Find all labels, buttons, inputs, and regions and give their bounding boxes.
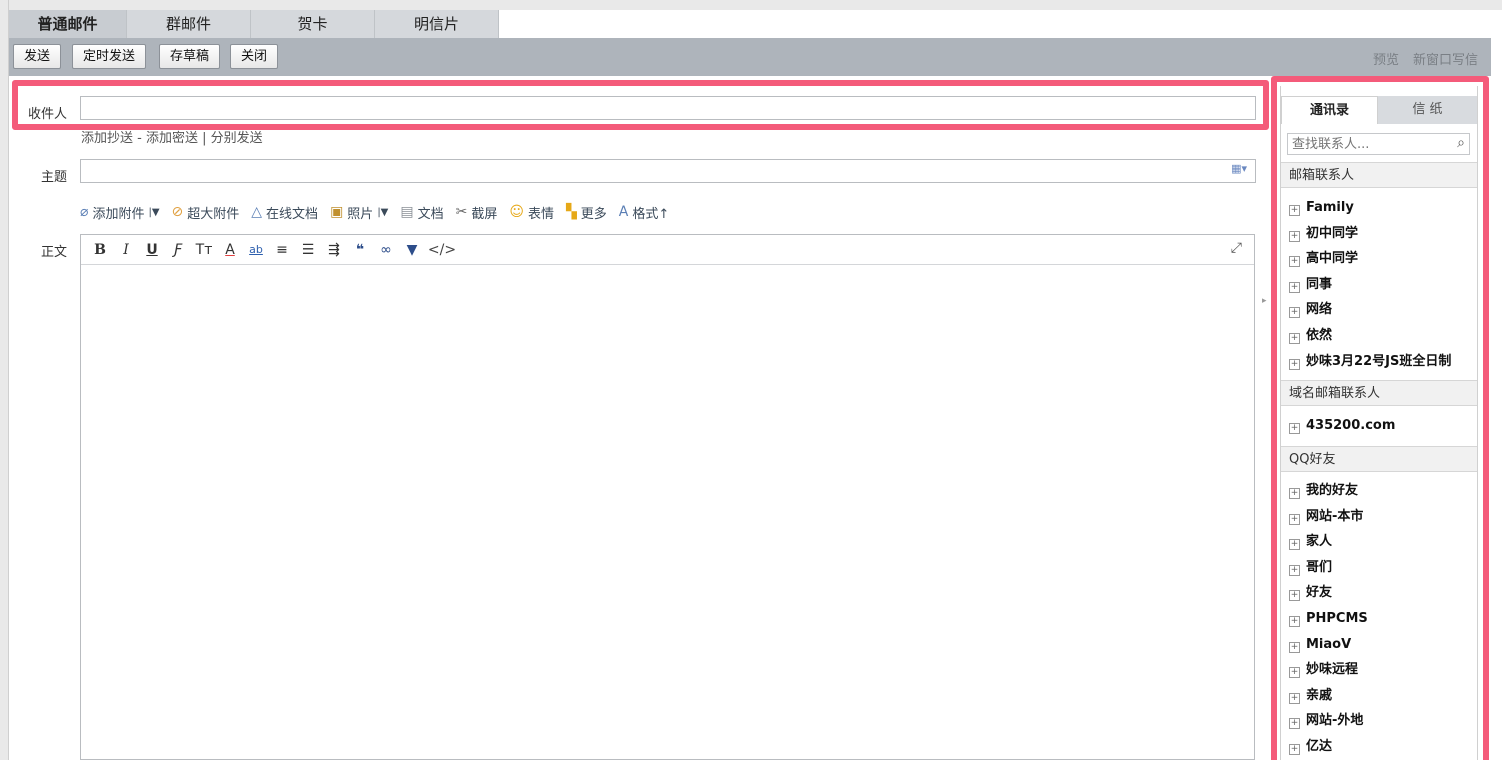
preview-link[interactable]: 预览 xyxy=(1373,49,1399,68)
to-highlight-outline xyxy=(12,80,1269,130)
italic-icon[interactable]: I xyxy=(113,242,139,258)
photo-button[interactable]: ▣ 照片 |▼ xyxy=(330,203,388,222)
paperclip-icon: ⌀ xyxy=(80,204,89,220)
compose-toolbar: 发送 定时发送 存草稿 关闭 预览 新窗口写信 xyxy=(9,38,1491,76)
sidebar-highlight-outline xyxy=(1271,76,1489,760)
new-window-link[interactable]: 新窗口写信 xyxy=(1413,49,1478,68)
stationery-picker-icon[interactable]: ▦▾ xyxy=(1231,162,1247,175)
scheduled-send-button[interactable]: 定时发送 xyxy=(72,44,147,69)
link-icon[interactable]: ∞ xyxy=(373,242,399,258)
separate-send-link[interactable]: 分别发送 xyxy=(211,131,263,146)
font-color-icon[interactable]: A xyxy=(217,242,243,258)
large-attachment-button[interactable]: ⊘ 超大附件 xyxy=(172,203,240,222)
tab-normal-mail[interactable]: 普通邮件 xyxy=(9,10,127,38)
tab-greeting-card[interactable]: 贺卡 xyxy=(251,10,375,38)
separator: - xyxy=(133,131,146,146)
background-page-left xyxy=(0,0,9,760)
tab-postcard[interactable]: 明信片 xyxy=(375,10,499,38)
underline-icon[interactable]: U xyxy=(139,242,165,258)
background-page-top xyxy=(0,0,1502,10)
background-color-icon[interactable]: ab xyxy=(243,243,269,256)
subject-label: 主题 xyxy=(41,170,68,185)
font-family-icon[interactable]: Ƒ xyxy=(165,242,191,258)
format-button[interactable]: A 格式↑ xyxy=(619,203,669,222)
highlight-icon[interactable]: ▼ xyxy=(399,242,425,258)
quote-icon[interactable]: ❝ xyxy=(347,242,373,258)
photo-icon: ▣ xyxy=(330,204,344,220)
add-cc-link[interactable]: 添加抄送 xyxy=(81,131,133,146)
expand-icon[interactable]: ⤢ xyxy=(1231,240,1242,256)
compose-tabs: 普通邮件 群邮件 贺卡 明信片 xyxy=(9,10,1491,38)
separator: | xyxy=(198,131,211,146)
list-icon[interactable]: ☰ xyxy=(295,242,321,258)
more-button[interactable]: ▚ 更多 xyxy=(566,203,607,222)
tab-group-mail[interactable]: 群邮件 xyxy=(127,10,251,38)
format-icon: A xyxy=(618,204,629,220)
editor-toolbar: B I U Ƒ Tт A ab ≡ ☰ ⇶ ❝ ∞ ▼ </> ⤢ xyxy=(81,235,1254,265)
screenshot-icon: ✂ xyxy=(455,204,468,220)
body-editor: B I U Ƒ Tт A ab ≡ ☰ ⇶ ❝ ∞ ▼ </> ⤢ xyxy=(80,234,1255,760)
chevron-down-icon[interactable]: |▼ xyxy=(377,207,388,218)
font-size-icon[interactable]: Tт xyxy=(191,242,217,258)
online-doc-button[interactable]: △ 在线文档 xyxy=(251,203,318,222)
more-icon: ▚ xyxy=(566,204,577,220)
add-attachment-button[interactable]: ⌀ 添加附件 |▼ xyxy=(80,203,160,222)
bold-icon[interactable]: B xyxy=(87,242,113,258)
emoji-button[interactable]: ☺ 表情 xyxy=(509,203,554,222)
large-attachment-icon: ⊘ xyxy=(171,204,184,220)
body-text-area[interactable] xyxy=(81,265,1254,759)
align-icon[interactable]: ≡ xyxy=(269,242,295,258)
add-bcc-link[interactable]: 添加密送 xyxy=(146,131,198,146)
close-button[interactable]: 关闭 xyxy=(230,44,279,69)
attachment-toolbar: ⌀ 添加附件 |▼ ⊘ 超大附件 △ 在线文档 ▣ 照片 |▼ ▤ 文档 ✂ 截屏 ☺ 表情 ▚ 更… xyxy=(80,202,681,222)
emoji-icon: ☺ xyxy=(509,204,524,220)
chevron-down-icon[interactable]: |▼ xyxy=(148,207,159,218)
collapse-sidebar-icon[interactable]: ▸ xyxy=(1262,296,1267,306)
subject-field[interactable]: ▦▾ xyxy=(80,159,1256,183)
screenshot-button[interactable]: ✂ 截屏 xyxy=(456,203,498,222)
recipient-options: 添加抄送 - 添加密送 | 分别发送 xyxy=(81,127,263,146)
indent-icon[interactable]: ⇶ xyxy=(321,242,347,258)
online-doc-icon: △ xyxy=(251,204,263,220)
source-code-icon[interactable]: </> xyxy=(425,242,459,258)
send-button[interactable]: 发送 xyxy=(13,44,62,69)
save-draft-button[interactable]: 存草稿 xyxy=(159,44,221,69)
body-label: 正文 xyxy=(41,245,68,260)
document-icon: ▤ xyxy=(400,204,414,220)
document-button[interactable]: ▤ 文档 xyxy=(400,203,443,222)
